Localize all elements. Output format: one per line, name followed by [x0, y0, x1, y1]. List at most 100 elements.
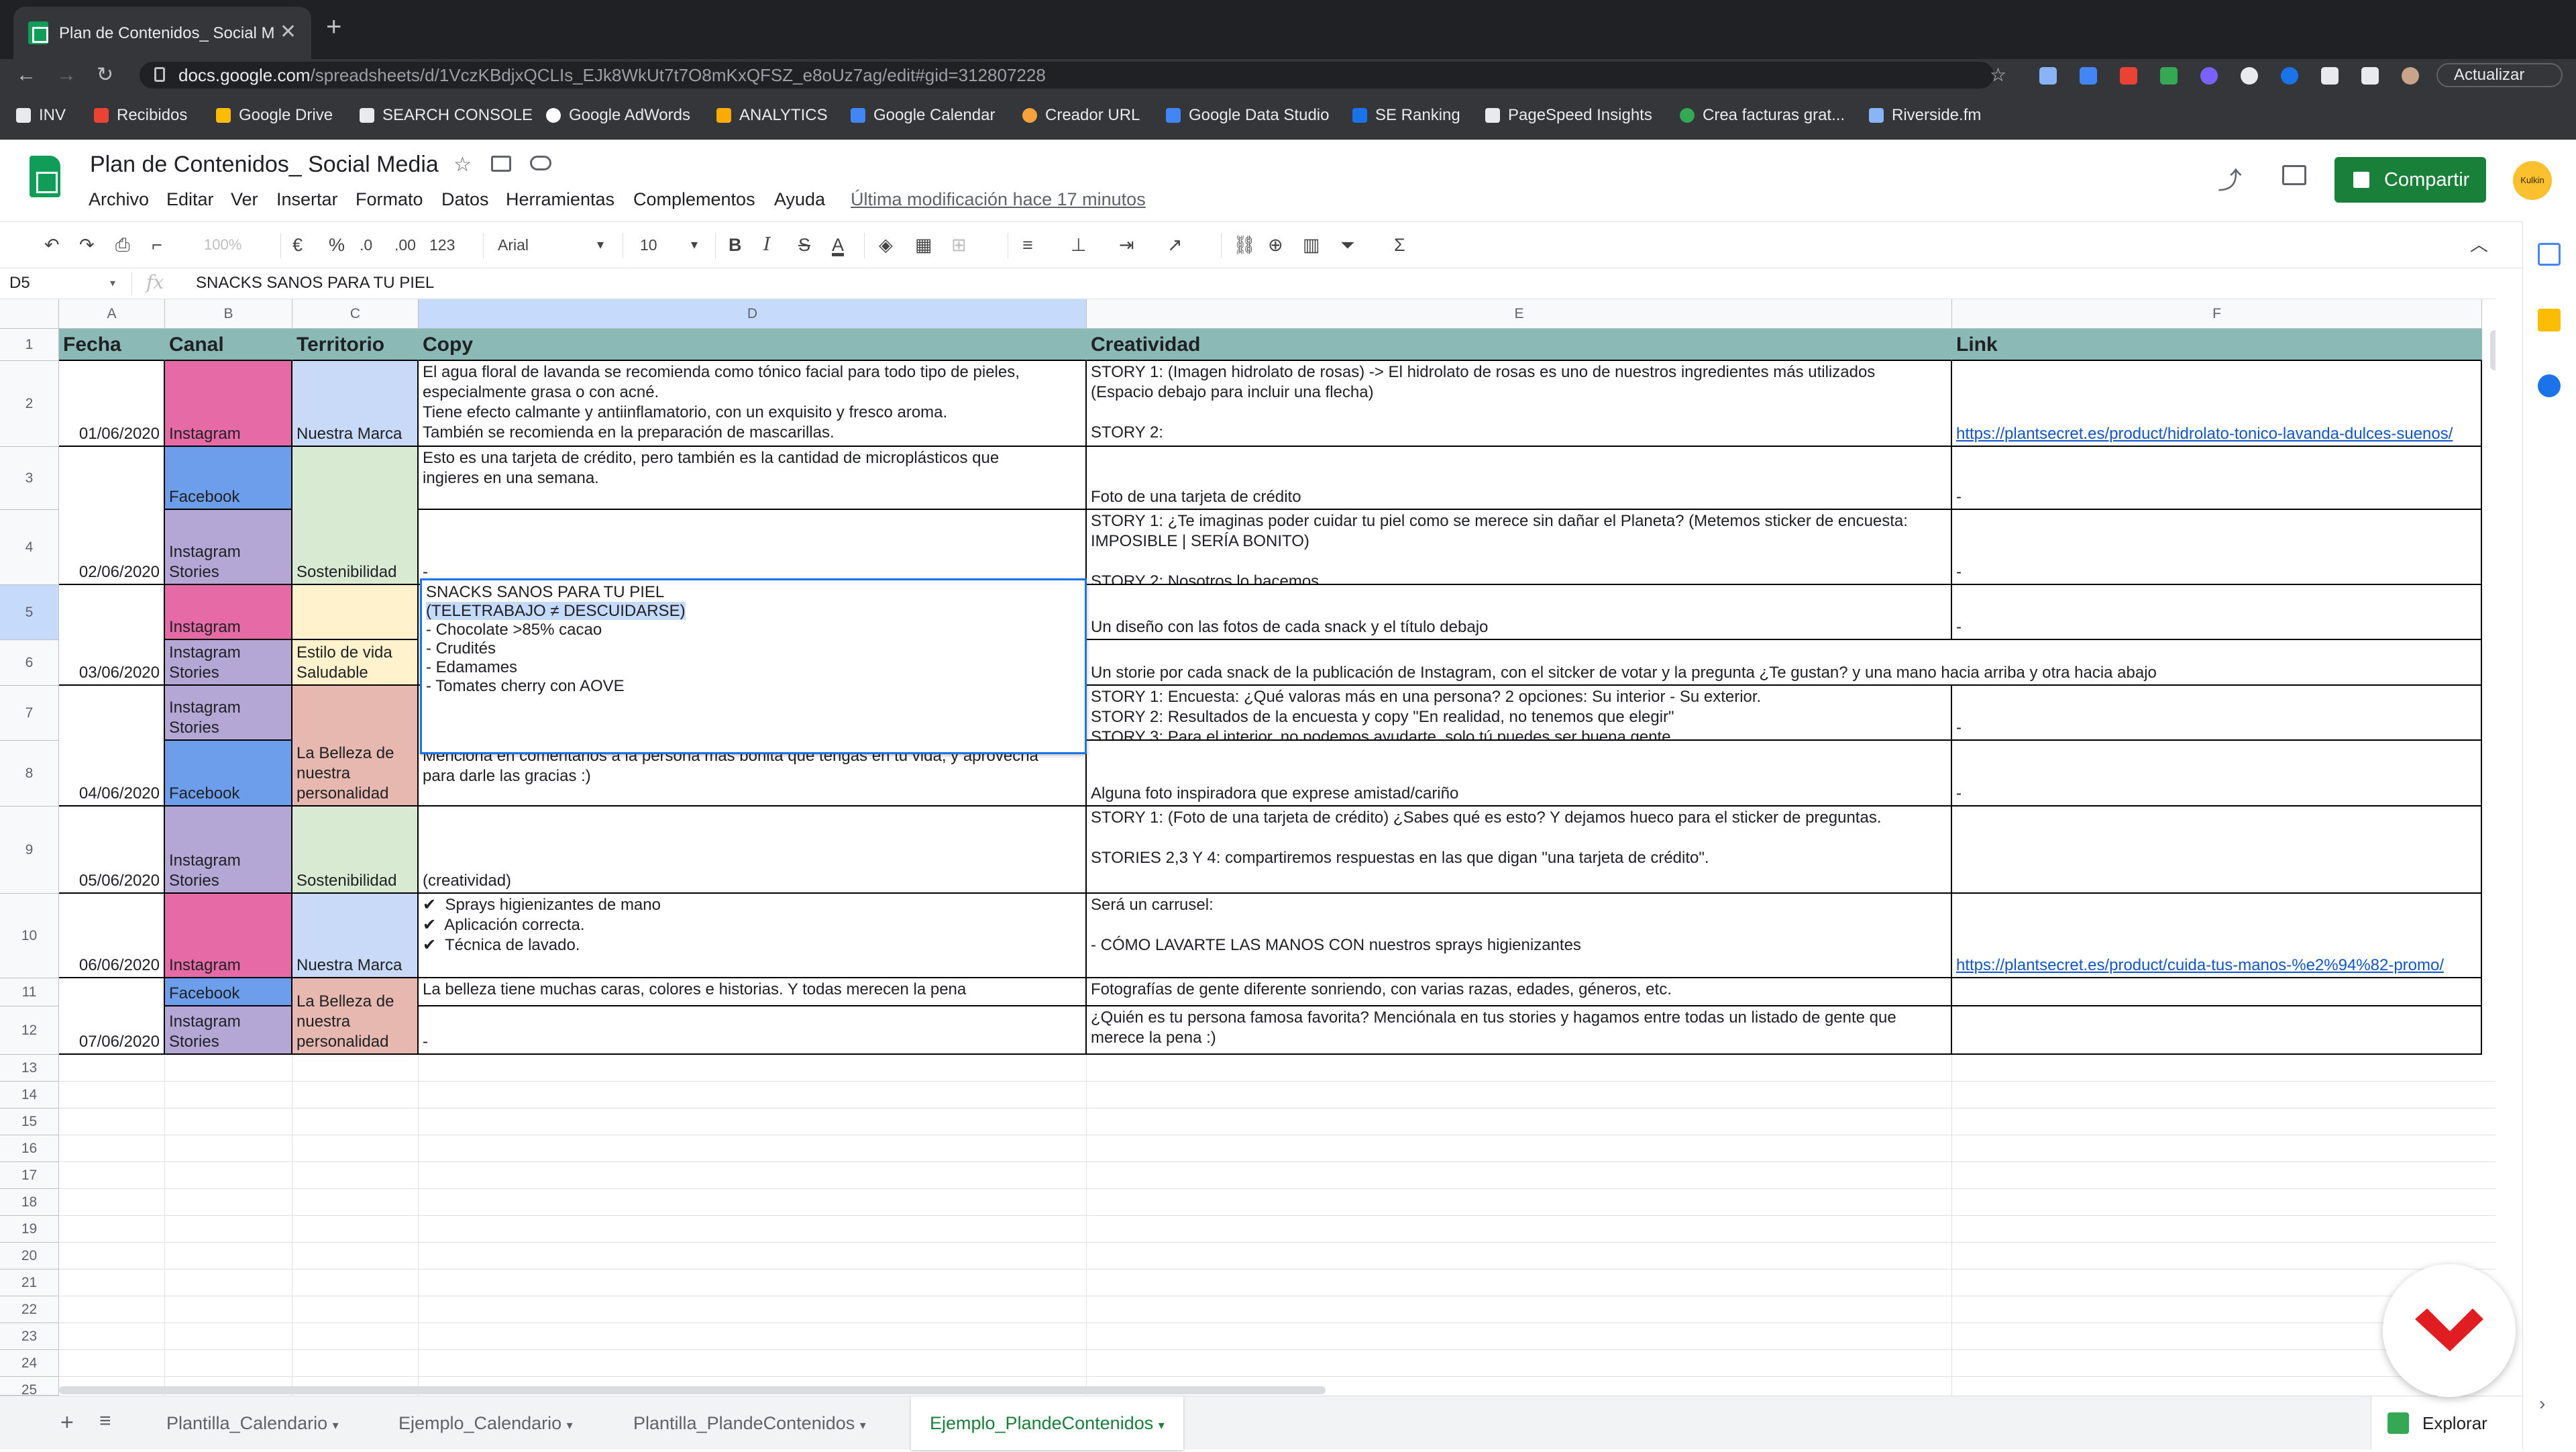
decrease-decimals-button[interactable]: .0 — [360, 234, 372, 256]
expand-panel-icon[interactable]: › — [2539, 1393, 2545, 1414]
close-tab-icon[interactable]: ✕ — [280, 20, 297, 44]
update-button[interactable]: Actualizar — [2436, 63, 2563, 87]
link-cell[interactable]: https://plantsecret.es/product/cuida-tus… — [1952, 894, 2482, 978]
comments-icon[interactable] — [2282, 165, 2306, 185]
functions-icon[interactable]: Σ — [1394, 234, 1405, 256]
share-button[interactable]: Compartir — [2334, 157, 2486, 203]
account-avatar[interactable]: Kulkin — [2513, 161, 2552, 200]
insert-link-icon[interactable]: ⛓ — [1233, 234, 1256, 256]
territorio-cell[interactable]: Estilo de vida Saludable — [292, 640, 419, 686]
borders-icon[interactable]: ▦ — [915, 234, 932, 256]
territorio-cell[interactable]: La Belleza de nuestra personalidad — [292, 978, 419, 1055]
territorio-cell[interactable]: La Belleza de nuestra personalidad — [292, 686, 419, 807]
row-header[interactable]: 12 — [0, 1006, 59, 1055]
vertical-scrollbar[interactable] — [2490, 330, 2496, 370]
creatividad-cell[interactable]: STORY 1: Encuesta: ¿Qué valoras más en u… — [1087, 686, 1952, 741]
bookmark-item[interactable]: Creador URL — [1022, 106, 1140, 125]
row-header[interactable]: 1 — [0, 329, 59, 361]
canal-cell-stories[interactable]: Instagram Stories — [165, 640, 292, 686]
menu-datos[interactable]: Datos — [441, 189, 489, 210]
row-header[interactable]: 6 — [0, 640, 59, 686]
header-cell-copy[interactable]: Copy — [419, 329, 1087, 361]
column-header[interactable]: E — [1087, 299, 1952, 329]
territorio-cell[interactable]: Nuestra Marca — [292, 361, 419, 447]
currency-button[interactable]: € — [292, 234, 303, 256]
doc-title[interactable]: Plan de Contenidos_ Social Media — [90, 152, 439, 178]
paint-format-icon[interactable]: ⌐ — [152, 234, 162, 256]
row-header[interactable]: 15 — [0, 1108, 59, 1135]
fill-color-icon[interactable]: ◈ — [879, 234, 893, 256]
filter-icon[interactable]: ⏷ — [1340, 234, 1355, 256]
bookmark-item[interactable]: Riverside.fm — [1869, 106, 1981, 125]
menu-formato[interactable]: Formato — [356, 189, 423, 210]
row-header[interactable]: 25 — [0, 1377, 59, 1396]
strikethrough-button[interactable]: S — [798, 234, 810, 256]
copy-cell[interactable]: Esto es una tarjeta de crédito, pero tam… — [419, 447, 1087, 510]
header-cell-fecha[interactable]: Fecha — [59, 329, 165, 361]
row-header[interactable]: 5 — [0, 585, 59, 640]
link-cell[interactable]: https://plantsecret.es/product/hidrolato… — [1952, 361, 2482, 447]
link-cell[interactable]: - — [1952, 510, 2482, 585]
sheets-logo-icon[interactable] — [30, 156, 60, 197]
creatividad-cell[interactable]: Un storie por cada snack de la publicaci… — [1087, 640, 2482, 686]
bookmark-item[interactable]: Google Drive — [216, 106, 333, 125]
row-header[interactable]: 13 — [0, 1055, 59, 1082]
date-cell[interactable]: 02/06/2020 — [59, 447, 165, 585]
territorio-cell[interactable]: Sostenibilidad — [292, 447, 419, 585]
row-header[interactable]: 16 — [0, 1135, 59, 1162]
row-header[interactable]: 9 — [0, 807, 59, 894]
sheet-tab[interactable]: Plantilla_PlandeContenidos ▾ — [614, 1396, 885, 1450]
bookmark-star-icon[interactable]: ☆ — [1990, 63, 2006, 87]
explore-button[interactable]: Explorar — [2371, 1396, 2522, 1450]
menu-complementos[interactable]: Complementos — [633, 189, 755, 210]
menu-ayuda[interactable]: Ayuda — [774, 189, 825, 210]
browser-tab[interactable]: Plan de Contenidos_ Social Me ✕ — [13, 7, 311, 59]
row-header[interactable]: 11 — [0, 978, 59, 1006]
bookmark-item[interactable]: Google AdWords — [546, 106, 690, 125]
active-cell-editor[interactable]: SNACKS SANOS PARA TU PIEL (TELETRABAJO ≠… — [420, 578, 1087, 754]
font-select[interactable]: Arial — [498, 234, 529, 256]
name-box[interactable]: D5 — [9, 274, 30, 293]
select-all-corner[interactable] — [0, 299, 59, 329]
link-cell[interactable] — [1952, 978, 2482, 1006]
text-wrap-icon[interactable]: ⇥ — [1119, 234, 1134, 256]
tasks-addon-icon[interactable] — [2538, 374, 2561, 397]
insert-comment-icon[interactable]: ⊕ — [1268, 234, 1283, 256]
canal-cell-stories[interactable]: Instagram Stories — [165, 510, 292, 585]
link-cell[interactable]: - — [1952, 585, 2482, 640]
keep-addon-icon[interactable] — [2538, 309, 2561, 331]
extension-icon[interactable] — [2200, 67, 2218, 85]
last-edit-link[interactable]: Última modificación hace 17 minutos — [851, 189, 1146, 210]
canal-cell-instagram[interactable]: Instagram — [165, 894, 292, 978]
formula-input[interactable]: SNACKS SANOS PARA TU PIEL — [196, 274, 434, 293]
canal-cell-instagram[interactable]: Instagram — [165, 585, 292, 640]
creatividad-cell[interactable]: STORY 1: ¿Te imaginas poder cuidar tu pi… — [1087, 510, 1952, 585]
activity-trend-icon[interactable]: ⤴ — [2218, 161, 2242, 196]
canal-cell-instagram[interactable]: Instagram — [165, 361, 292, 447]
product-link[interactable]: https://plantsecret.es/product/cuida-tus… — [1956, 955, 2444, 976]
increase-decimals-button[interactable]: .00 — [394, 234, 416, 256]
all-sheets-icon[interactable]: ≡ — [99, 1410, 111, 1433]
align-horizontal-icon[interactable]: ≡ — [1022, 234, 1033, 256]
print-icon[interactable]: ⎙ — [115, 234, 130, 256]
extension-icon[interactable] — [2241, 67, 2258, 85]
extension-icon[interactable] — [2160, 67, 2178, 85]
canal-cell-stories[interactable]: Instagram Stories — [165, 686, 292, 741]
bookmark-item[interactable]: SEARCH CONSOLE — [360, 106, 533, 125]
canal-cell-facebook[interactable]: Facebook — [165, 741, 292, 807]
extension-icon[interactable] — [2281, 67, 2298, 85]
row-header[interactable]: 19 — [0, 1216, 59, 1243]
row-header[interactable]: 23 — [0, 1323, 59, 1350]
percent-button[interactable]: % — [329, 234, 345, 256]
calendar-addon-icon[interactable] — [2538, 243, 2561, 266]
extension-pocket-icon[interactable] — [2039, 67, 2057, 85]
sheet-tab[interactable]: Ejemplo_Calendario ▾ — [380, 1396, 592, 1450]
canal-cell-facebook[interactable]: Facebook — [165, 978, 292, 1006]
row-header[interactable]: 22 — [0, 1296, 59, 1323]
cloud-status-icon[interactable] — [530, 156, 551, 170]
creatividad-cell[interactable]: Alguna foto inspiradora que exprese amis… — [1087, 741, 1952, 807]
row-header[interactable]: 3 — [0, 447, 59, 510]
copy-cell[interactable]: - — [419, 1006, 1087, 1055]
bookmark-item[interactable]: Recibidos — [94, 106, 187, 125]
bookmark-item[interactable]: Google Calendar — [851, 106, 995, 125]
